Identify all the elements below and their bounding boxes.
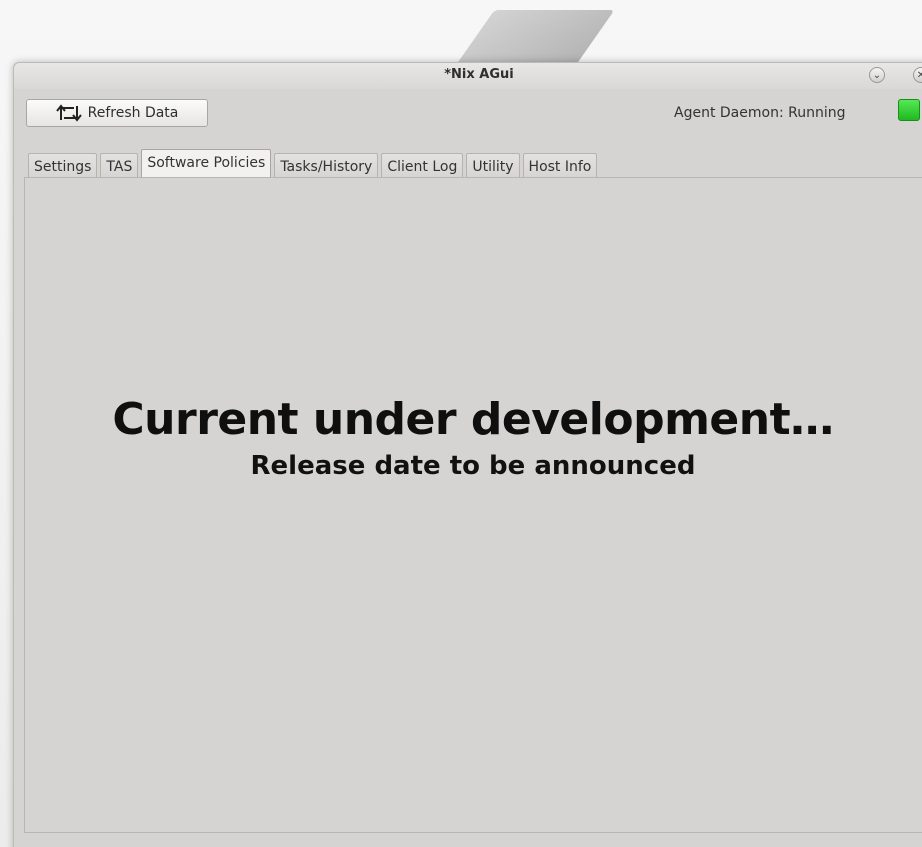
tab-tas[interactable]: TAS [100,153,139,179]
refresh-data-button[interactable]: Refresh Data [26,99,208,127]
tab-tasks-history[interactable]: Tasks/History [274,153,379,179]
app-window: *Nix AGui ⌄ ✕ Refresh Data Agent Daemon:… [13,62,922,847]
tab-settings[interactable]: Settings [28,153,98,179]
refresh-data-label: Refresh Data [87,105,179,121]
daemon-status-text: Agent Daemon: Running [674,105,846,121]
title-bar[interactable]: *Nix AGui ⌄ ✕ [14,63,922,89]
window-title: *Nix AGui [444,67,514,82]
close-button[interactable]: ✕ [913,67,922,83]
minimize-button[interactable]: ⌄ [869,67,885,83]
tab-client-log[interactable]: Client Log [381,153,464,179]
tab-host-info[interactable]: Host Info [522,153,598,179]
tab-utility[interactable]: Utility [466,153,520,179]
refresh-icon [55,104,82,122]
development-headline: Current under development… [112,394,834,445]
tab-software-policies[interactable]: Software Policies [141,149,272,179]
tab-content-panel: Current under development… Release date … [24,177,922,833]
tab-bar: Settings TAS Software Policies Tasks/His… [28,149,600,179]
daemon-status-indicator [898,99,920,121]
release-date-note: Release date to be announced [250,451,696,481]
